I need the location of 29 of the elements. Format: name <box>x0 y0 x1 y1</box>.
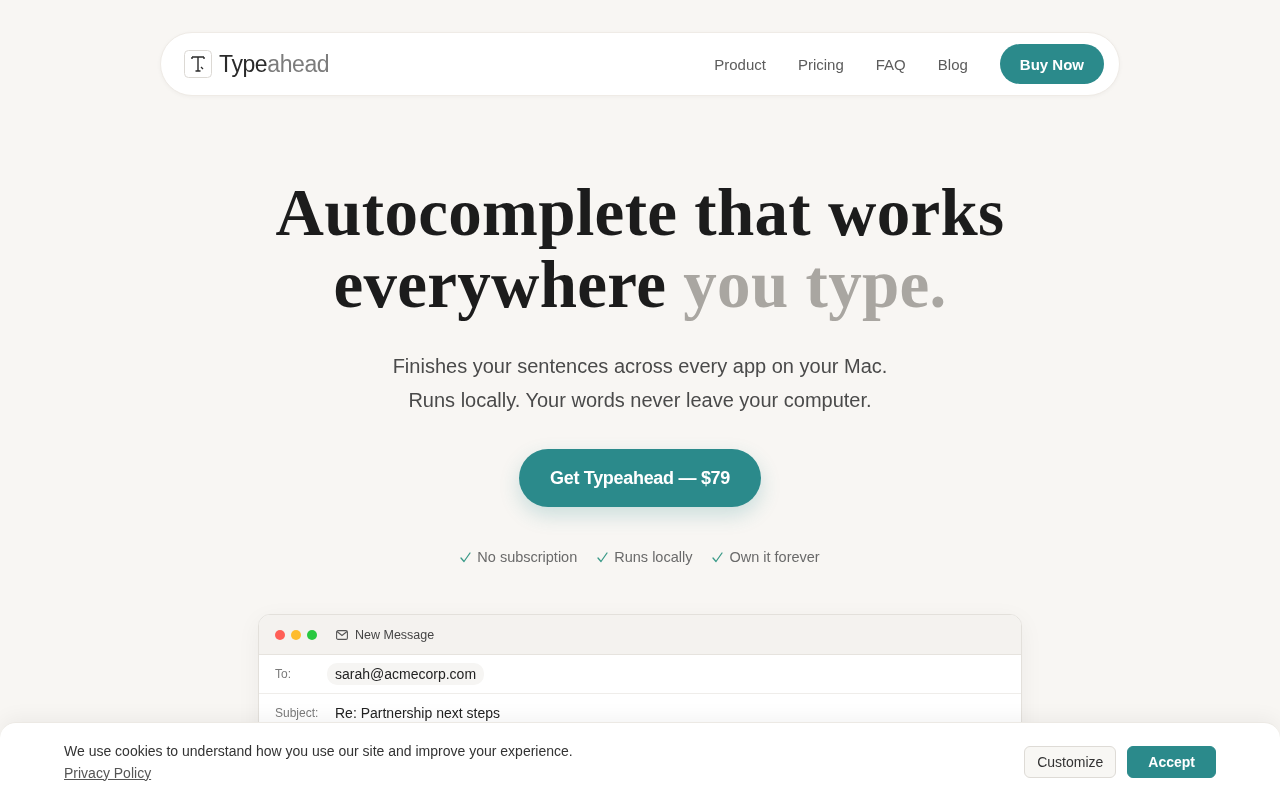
check-icon <box>712 551 724 563</box>
recipient-chip[interactable]: sarah@acmecorp.com <box>327 663 485 685</box>
nav-link[interactable]: Pricing <box>797 55 844 73</box>
hero-headline: Autocomplete that works everywhere you type. <box>275 176 1005 320</box>
field-label: To: <box>275 667 292 681</box>
window-zoom-icon[interactable] <box>307 629 317 640</box>
privacy-policy-link[interactable]: Privacy Policy <box>64 761 152 784</box>
field-label: Subject: <box>275 706 320 720</box>
text-cursor-logo-icon[interactable] <box>184 50 212 78</box>
nav-link[interactable]: Blog <box>937 55 968 73</box>
cookie-message: We use cookies to understand how you use our site and improve your experience. <box>64 741 573 761</box>
envelope-icon <box>336 629 348 640</box>
get-typeahead-button[interactable]: Get Typeahead — $79 <box>518 449 761 507</box>
check-icon <box>597 551 609 563</box>
customize-button[interactable]: Customize <box>1024 745 1117 778</box>
window-title: New Message <box>355 627 435 642</box>
feature-text: Runs locally <box>614 548 693 567</box>
nav-link[interactable]: Product <box>714 55 766 73</box>
brand-wordmark[interactable]: Typeahead <box>219 50 330 78</box>
accept-button[interactable]: Accept <box>1127 745 1216 778</box>
buy-now-button[interactable]: Buy Now <box>999 44 1104 84</box>
nav-link[interactable]: FAQ <box>875 55 906 73</box>
hero-subtitle: Finishes your sentences across every app on your Mac. Runs locally. Your words never leave your computer. <box>392 354 888 413</box>
window-close-icon[interactable] <box>275 629 285 640</box>
subject-field[interactable]: Re: Partnership next steps <box>327 705 1021 721</box>
window-minimize-icon[interactable] <box>291 629 301 640</box>
check-icon <box>460 551 472 563</box>
feature-text: Own it forever <box>729 548 820 567</box>
feature-text: No subscription <box>477 548 578 567</box>
